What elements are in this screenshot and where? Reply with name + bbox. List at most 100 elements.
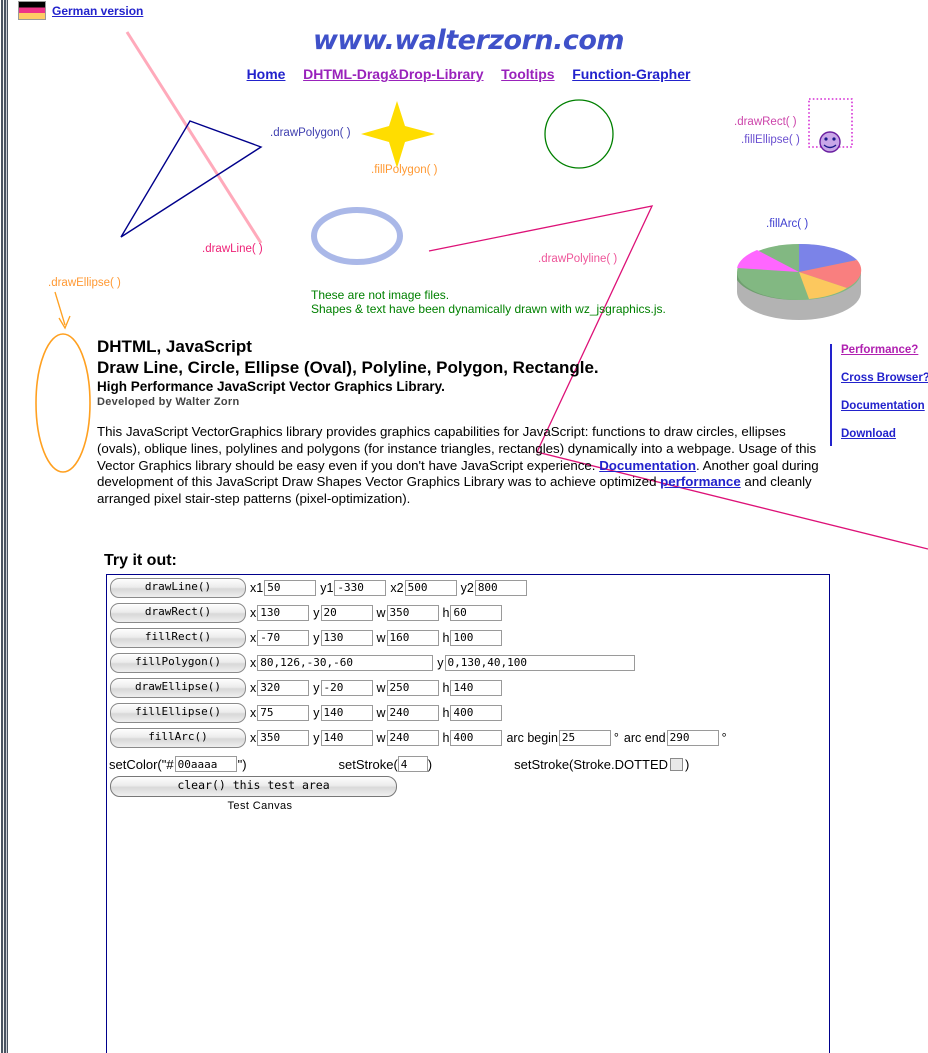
smiley-right-eye (832, 137, 836, 141)
field-label-y: y (437, 655, 444, 670)
input-drawline-x2[interactable] (404, 579, 457, 596)
input-fillrect-y[interactable] (320, 629, 373, 646)
input-drawrect-h[interactable] (450, 604, 503, 621)
try-it-out-form: drawLine()x1y1x2y2drawRect()xywhfillRect… (106, 574, 830, 1053)
heading-line-4: Developed by Walter Zorn (97, 396, 240, 408)
input-fillrect-h[interactable] (450, 629, 503, 646)
field-label-y: y (313, 605, 320, 620)
set-style-row: setColor("# ") setStroke( ) setStroke(St… (107, 752, 829, 776)
input-fillarc-arc-end[interactable] (666, 729, 719, 746)
setstroke-dotted-label: setStroke(Stroke.DOTTED (514, 756, 669, 772)
input-drawellipse-w[interactable] (386, 679, 439, 696)
setstroke-input[interactable] (397, 756, 428, 772)
nav-item-home[interactable]: Home (247, 66, 286, 82)
input-drawellipse-h[interactable] (450, 679, 503, 696)
field-label-y1: y1 (320, 580, 334, 595)
clear-test-area-button[interactable]: clear() this test area (110, 776, 397, 797)
input-fillarc-w[interactable] (386, 729, 439, 746)
drawpolygon-shape (120, 120, 263, 238)
field-label-x: x (250, 655, 257, 670)
fillarc-pie-chart (737, 243, 862, 320)
nav-item-dhtml-drag-drop-library[interactable]: DHTML-Drag&Drop-Library (303, 66, 483, 82)
run-fillellipse-button[interactable]: fillEllipse() (110, 702, 246, 723)
german-version-link[interactable]: German version (52, 4, 143, 18)
field-label-w: w (376, 605, 386, 620)
input-fillarc-arc-begin[interactable] (558, 729, 611, 746)
smiley-mouth (823, 144, 837, 149)
side-link-cross-browser[interactable]: Cross Browser? (841, 372, 928, 384)
fillellipse-smiley-face (819, 131, 841, 153)
field-label-h: h (442, 705, 450, 720)
input-drawellipse-x[interactable] (257, 679, 310, 696)
form-rows-container: drawLine()x1y1x2y2drawRect()xywhfillRect… (107, 575, 829, 750)
field-label-h: h (442, 605, 450, 620)
documentation-inline-link[interactable]: Documentation (599, 458, 696, 473)
form-row: fillEllipse() x y w h (110, 700, 829, 725)
drawellipse-arrowhead (58, 315, 71, 330)
label-drawellipse: .drawEllipse( ) (48, 277, 121, 289)
nav-item-function-grapher[interactable]: Function-Grapher (572, 66, 690, 82)
drawellipse-arrow (54, 291, 66, 326)
input-fillellipse-x[interactable] (257, 704, 310, 721)
input-fillarc-x[interactable] (257, 729, 310, 746)
field-label-x: x (250, 730, 257, 745)
field-suffix-degree: ° (721, 730, 727, 745)
german-flag-icon (18, 1, 46, 20)
input-drawrect-x[interactable] (257, 604, 310, 621)
setcolor-input[interactable] (174, 756, 237, 772)
field-label-h: h (442, 730, 450, 745)
side-link-documentation[interactable]: Documentation (841, 400, 928, 412)
german-version-bar: German version (18, 1, 143, 20)
input-fillarc-h[interactable] (450, 729, 503, 746)
setcolor-prefix-label: setColor("# (109, 756, 174, 772)
run-drawrect-button[interactable]: drawRect() (110, 602, 246, 623)
drawrect-shape (808, 98, 853, 148)
test-canvas-label: Test Canvas (227, 800, 293, 812)
field-label-x: x (250, 705, 257, 720)
input-fillellipse-h[interactable] (450, 704, 503, 721)
input-drawrect-w[interactable] (386, 604, 439, 621)
setstroke-dotted-checkbox[interactable] (670, 757, 684, 771)
performance-inline-link[interactable]: performance (660, 474, 741, 489)
field-label-x2: x2 (390, 580, 404, 595)
run-fillrect-button[interactable]: fillRect() (110, 627, 246, 648)
page-headings: DHTML, JavaScript Draw Line, Circle, Ell… (97, 336, 717, 410)
run-fillpolygon-button[interactable]: fillPolygon() (110, 652, 246, 673)
input-fillpolygon-y[interactable] (444, 654, 635, 671)
field-label-h: h (442, 680, 450, 695)
side-links: Performance? Cross Browser? Documentatio… (830, 344, 928, 446)
input-drawellipse-y[interactable] (320, 679, 373, 696)
input-drawline-x1[interactable] (264, 579, 317, 596)
field-label-y: y (313, 630, 320, 645)
field-label-w: w (376, 680, 386, 695)
run-drawellipse-button[interactable]: drawEllipse() (110, 677, 246, 698)
input-fillrect-w[interactable] (386, 629, 439, 646)
drawcircle-shape (544, 99, 614, 169)
input-fillarc-y[interactable] (320, 729, 373, 746)
nav-item-tooltips[interactable]: Tooltips (501, 66, 554, 82)
side-link-performance[interactable]: Performance? (841, 344, 928, 356)
heading-line-3: High Performance JavaScript Vector Graph… (97, 379, 445, 394)
setstroke-dotted-suffix-label: ) (685, 756, 690, 772)
drawellipse-orange-shape (35, 333, 91, 473)
main-navigation: Home DHTML-Drag&Drop-Library Tooltips Fu… (9, 66, 928, 82)
run-drawline-button[interactable]: drawLine() (110, 577, 246, 598)
input-fillellipse-y[interactable] (320, 704, 373, 721)
run-fillarc-button[interactable]: fillArc() (110, 727, 246, 748)
input-drawrect-y[interactable] (320, 604, 373, 621)
field-label-w: w (376, 705, 386, 720)
field-label-w: w (376, 730, 386, 745)
setcolor-suffix-label: ") (237, 756, 247, 772)
heading-line-2: Draw Line, Circle, Ellipse (Oval), Polyl… (97, 358, 599, 377)
input-fillpolygon-x[interactable] (257, 654, 434, 671)
label-fillarc: .fillArc( ) (766, 218, 809, 230)
label-drawrect: .drawRect( ) (734, 116, 797, 128)
vector-graphics-canvas (35, 31, 928, 550)
side-link-download[interactable]: Download (841, 428, 928, 440)
input-fillrect-x[interactable] (257, 629, 310, 646)
input-drawline-y1[interactable] (334, 579, 387, 596)
label-drawline: .drawLine( ) (202, 243, 263, 255)
note-line-1: These are not image files. (311, 288, 450, 302)
input-drawline-y2[interactable] (474, 579, 527, 596)
input-fillellipse-w[interactable] (386, 704, 439, 721)
